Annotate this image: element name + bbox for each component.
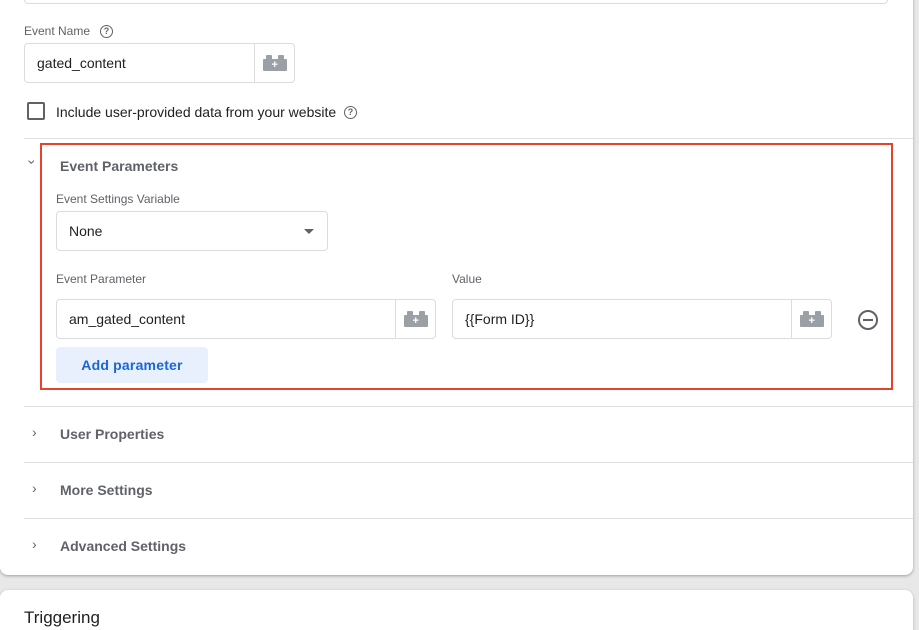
event-name-value: gated_content bbox=[37, 55, 126, 71]
value-header: Value bbox=[452, 272, 482, 286]
user-data-label: Include user-provided data from your web… bbox=[56, 104, 337, 120]
triggering-title[interactable]: Triggering bbox=[24, 608, 100, 628]
event-settings-variable-value: None bbox=[69, 223, 103, 239]
help-icon[interactable]: ? bbox=[344, 106, 357, 119]
more-settings-title[interactable]: More Settings bbox=[60, 482, 153, 498]
event-settings-variable-label: Event Settings Variable bbox=[56, 192, 180, 206]
variable-brick-icon: + bbox=[799, 311, 824, 327]
event-name-variable-button[interactable]: + bbox=[254, 43, 295, 83]
event-parameter-variable-button[interactable]: + bbox=[395, 299, 436, 339]
help-icon[interactable]: ? bbox=[100, 25, 113, 38]
divider bbox=[24, 138, 913, 139]
event-parameter-value: am_gated_content bbox=[69, 311, 185, 327]
variable-brick-icon: + bbox=[403, 311, 428, 327]
previous-field[interactable] bbox=[24, 0, 888, 4]
parameter-value-variable-button[interactable]: + bbox=[791, 299, 832, 339]
divider bbox=[24, 462, 913, 463]
chevron-right-icon[interactable]: › bbox=[32, 536, 37, 552]
triggering-card[interactable] bbox=[0, 590, 913, 630]
event-parameter-header: Event Parameter bbox=[56, 272, 147, 286]
add-parameter-button[interactable]: Add parameter bbox=[56, 347, 208, 383]
chevron-right-icon[interactable]: › bbox=[32, 480, 37, 496]
user-properties-title[interactable]: User Properties bbox=[60, 426, 164, 442]
chevron-down-icon[interactable]: › bbox=[24, 160, 40, 165]
parameter-value-text: {{Form ID}} bbox=[465, 311, 535, 327]
chevron-right-icon[interactable]: › bbox=[32, 424, 37, 440]
divider bbox=[24, 406, 913, 407]
event-parameter-input[interactable]: am_gated_content bbox=[56, 299, 396, 339]
event-settings-variable-select[interactable]: None bbox=[56, 211, 328, 251]
event-name-input[interactable]: gated_content bbox=[24, 43, 255, 83]
user-data-checkbox[interactable] bbox=[27, 102, 45, 120]
variable-brick-icon: + bbox=[262, 55, 287, 71]
dropdown-arrow-icon bbox=[304, 229, 314, 234]
divider bbox=[24, 518, 913, 519]
remove-circle-icon[interactable] bbox=[858, 310, 878, 330]
advanced-settings-title[interactable]: Advanced Settings bbox=[60, 538, 186, 554]
event-name-label: Event Name bbox=[24, 24, 91, 38]
parameter-value-input[interactable]: {{Form ID}} bbox=[452, 299, 792, 339]
